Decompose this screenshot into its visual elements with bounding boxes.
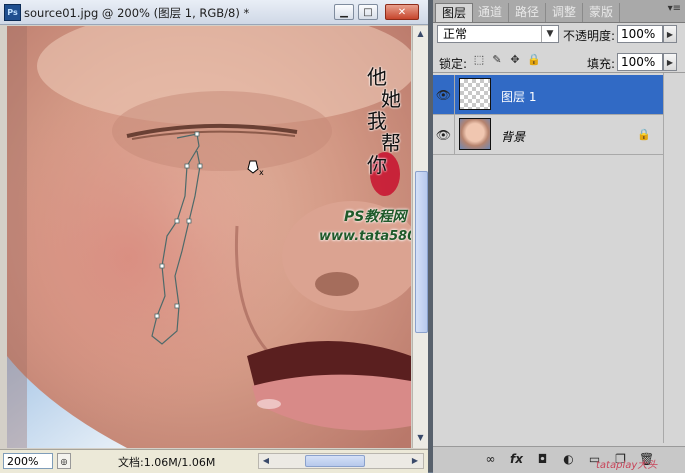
mask-icon[interactable]: ◘: [535, 452, 550, 467]
tab-adjustments[interactable]: 调整: [546, 3, 584, 22]
image-canvas[interactable]: x 他 她 我 帮 你 PS教程网 www.tata580.com: [7, 26, 411, 448]
photoshop-icon: Ps: [4, 4, 21, 21]
lock-position-icon[interactable]: ✥: [509, 54, 521, 66]
fill-slider-icon[interactable]: ▶: [663, 53, 677, 71]
visibility-eye-icon[interactable]: 👁: [433, 115, 455, 155]
fill-label: 填充:: [587, 57, 616, 71]
lock-icons: ⬚ ✎ ✥ 🔒: [473, 54, 541, 66]
scroll-up-arrow-icon[interactable]: ▲: [415, 28, 426, 40]
lock-label: 锁定:: [439, 57, 468, 71]
lock-icon: 🔒: [637, 128, 651, 141]
document-titlebar[interactable]: Ps source01.jpg @ 200% (图层 1, RGB/8) * ▁…: [0, 0, 428, 25]
vertical-scrollbar[interactable]: ▲ ▼: [412, 26, 429, 448]
svg-text:x: x: [259, 168, 264, 177]
scroll-down-arrow-icon[interactable]: ▼: [415, 432, 426, 444]
tab-channels[interactable]: 通道: [472, 3, 510, 22]
layers-scrollbar[interactable]: [663, 73, 685, 443]
status-options-icon[interactable]: ◎: [57, 453, 71, 469]
document-title: source01.jpg @ 200% (图层 1, RGB/8) *: [24, 6, 250, 20]
lock-transparency-icon[interactable]: ⬚: [473, 54, 485, 66]
opacity-label: 不透明度:: [563, 29, 616, 43]
blend-mode-select[interactable]: 正常 ▼: [437, 25, 559, 43]
panel-menu-icon[interactable]: ▾≡: [668, 3, 681, 14]
tab-paths[interactable]: 路径: [509, 3, 547, 22]
lock-all-icon[interactable]: 🔒: [527, 54, 541, 66]
document-size-info: 文档:1.06M/1.06M: [118, 456, 216, 469]
calligraphy-watermark: 他 她 我 帮 你: [367, 65, 401, 177]
layer-thumbnail: [459, 78, 491, 110]
layers-panel: 图层 通道 路径 调整 蒙版 ▾≡ 正常 ▼ 不透明度: 100% ▶ 锁定: …: [433, 0, 685, 473]
corner-watermark: tataplay大头: [596, 460, 658, 471]
layer-row-layer1[interactable]: 👁 图层 1: [433, 75, 663, 115]
watermark-ps-text: PS教程网: [344, 209, 407, 225]
layer-name: 背景: [501, 130, 526, 144]
opacity-input[interactable]: 100%: [617, 25, 663, 43]
horizontal-scrollbar[interactable]: ◀ ▶: [258, 453, 424, 469]
maximize-button[interactable]: □: [358, 4, 378, 20]
lock-image-icon[interactable]: ✎: [491, 54, 503, 66]
link-icon[interactable]: ∞: [483, 452, 498, 467]
layer-thumbnail: [459, 118, 491, 150]
adjustment-icon[interactable]: ◐: [561, 452, 576, 467]
watermark-url: www.tata580.com: [319, 229, 411, 244]
fx-icon[interactable]: fx: [509, 452, 524, 467]
layer-row-background[interactable]: 👁 背景 🔒: [433, 115, 663, 155]
panel-tabbar: 图层 通道 路径 调整 蒙版 ▾≡: [433, 0, 685, 23]
visibility-eye-icon[interactable]: 👁: [433, 75, 455, 115]
zoom-field[interactable]: 200%: [3, 453, 53, 469]
blend-mode-value: 正常: [443, 27, 468, 41]
status-bar: 200% ◎ 文档:1.06M/1.06M ◀ ▶: [0, 449, 428, 473]
tab-masks[interactable]: 蒙版: [583, 3, 621, 22]
vertical-scroll-thumb[interactable]: [415, 171, 428, 333]
scroll-left-arrow-icon[interactable]: ◀: [260, 455, 272, 467]
tab-layers[interactable]: 图层: [435, 3, 474, 22]
chevron-down-icon: ▼: [541, 26, 558, 42]
horizontal-scroll-thumb[interactable]: [305, 455, 365, 467]
layer-name: 图层 1: [501, 90, 537, 104]
scroll-right-arrow-icon[interactable]: ▶: [409, 455, 421, 467]
minimize-button[interactable]: ▁: [334, 4, 354, 20]
opacity-slider-icon[interactable]: ▶: [663, 25, 677, 43]
document-window: Ps source01.jpg @ 200% (图层 1, RGB/8) * ▁…: [0, 0, 429, 473]
layers-list: 👁 图层 1 👁 背景 🔒: [433, 73, 685, 443]
fill-input[interactable]: 100%: [617, 53, 663, 71]
close-button[interactable]: ✕: [385, 4, 419, 20]
